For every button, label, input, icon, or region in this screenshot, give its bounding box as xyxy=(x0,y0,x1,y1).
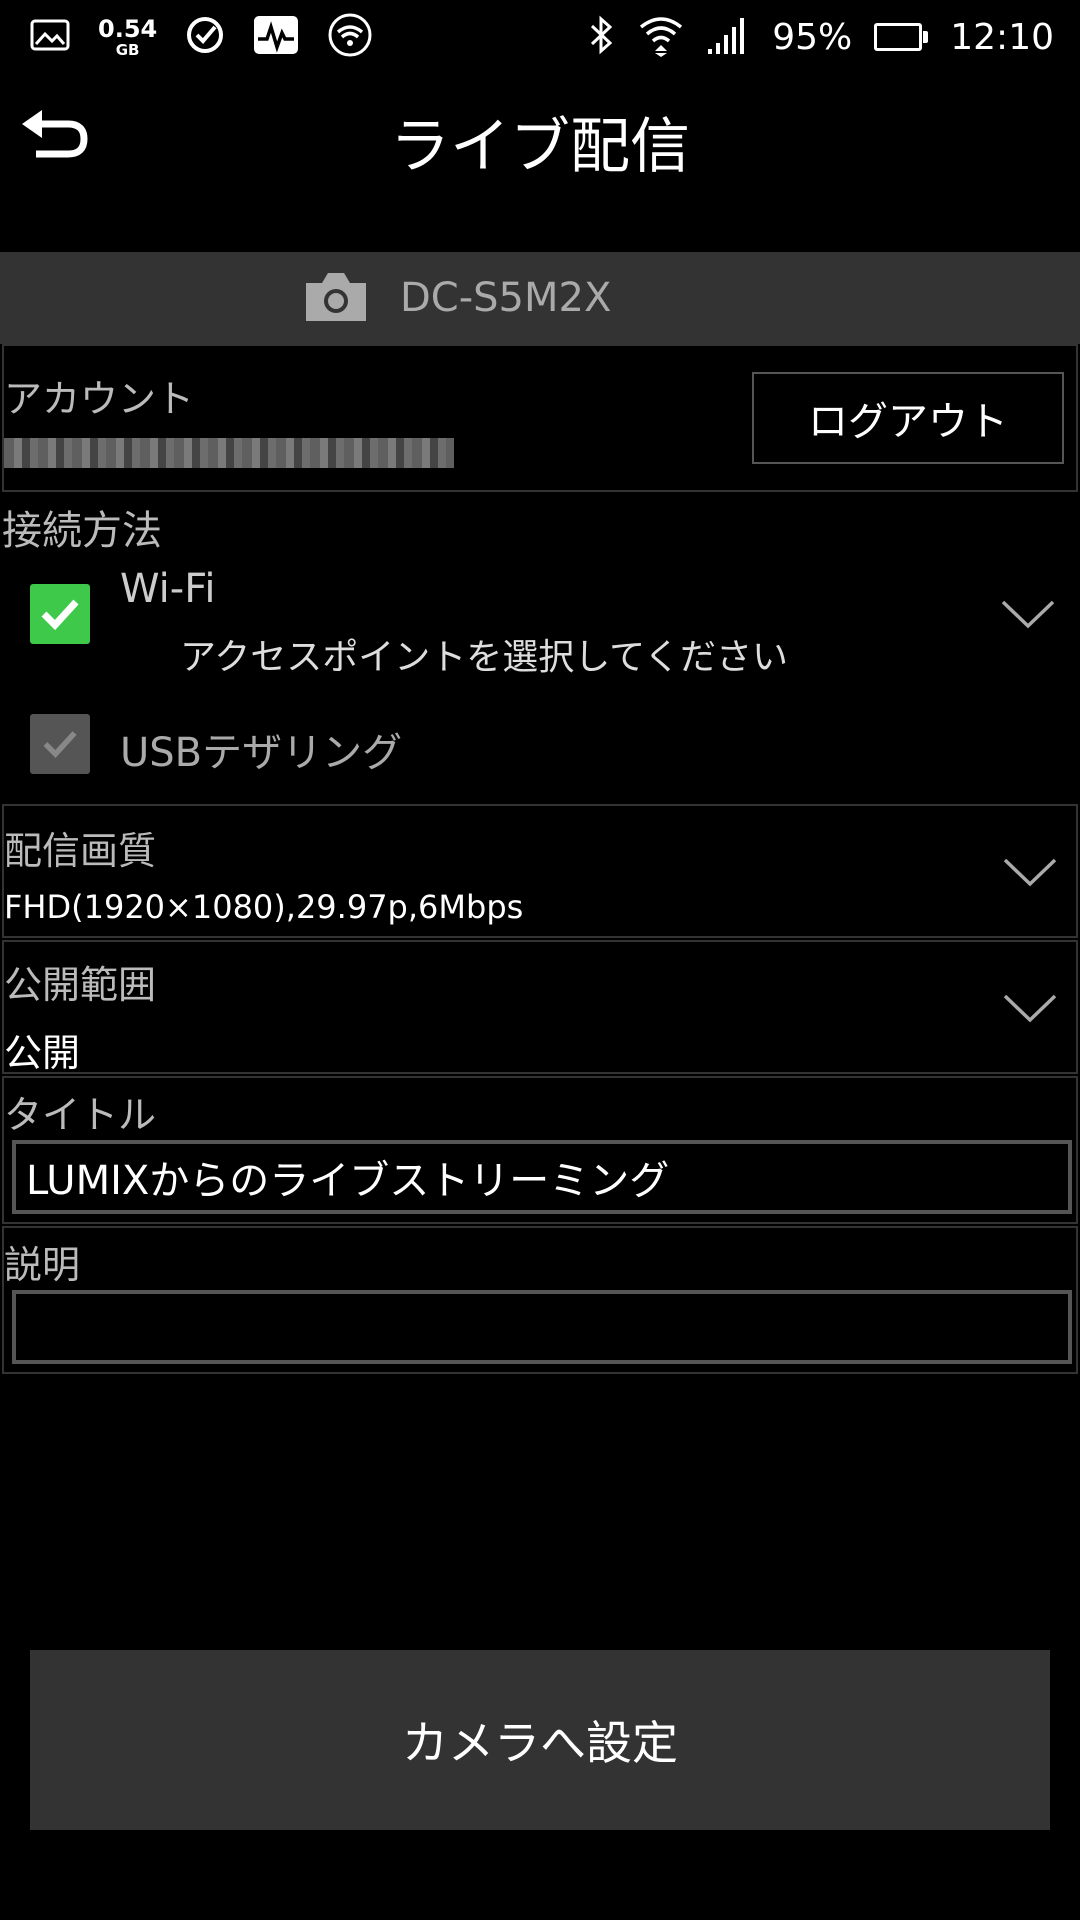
visibility-dropdown-chevron[interactable] xyxy=(1002,992,1058,1028)
data-usage-indicator: 0.54 GB xyxy=(98,17,157,58)
device-name: DC-S5M2X xyxy=(400,275,612,321)
activity-icon xyxy=(253,15,299,59)
description-input[interactable] xyxy=(12,1290,1072,1364)
battery-percent: 95% xyxy=(772,16,853,58)
description-label: 説明 xyxy=(4,1243,81,1287)
quality-dropdown-chevron[interactable] xyxy=(1002,856,1058,892)
account-section: アカウント ログアウト xyxy=(2,344,1078,492)
bluetooth-icon xyxy=(588,15,616,59)
description-section: 説明 xyxy=(2,1226,1078,1374)
clock: 12:10 xyxy=(950,16,1054,58)
access-point-selector[interactable]: アクセスポイントを選択してください xyxy=(180,628,788,680)
wifi-label: Wi-Fi xyxy=(120,566,216,612)
checkmark-icon xyxy=(41,599,79,631)
wifi-checkbox[interactable] xyxy=(30,584,90,644)
visibility-label: 公開範囲 xyxy=(4,963,157,1007)
visibility-section[interactable]: 公開範囲 公開 xyxy=(2,940,1078,1075)
wifi-dropdown-chevron[interactable] xyxy=(1000,598,1056,634)
chevron-down-icon xyxy=(1003,858,1057,887)
title-section: タイトル LUMIXからのライブストリーミング xyxy=(2,1076,1078,1224)
check-circle-icon xyxy=(185,15,225,59)
quality-label: 配信画質 xyxy=(4,829,157,873)
title-input[interactable]: LUMIXからのライブストリーミング xyxy=(12,1140,1072,1214)
chevron-down-icon xyxy=(1003,994,1057,1023)
visibility-value: 公開 xyxy=(4,1031,81,1075)
cell-signal-icon xyxy=(706,15,750,59)
app-header: ライブ配信 xyxy=(0,74,1080,194)
wifi-signal-icon xyxy=(638,13,684,61)
quality-section[interactable]: 配信画質 FHD(1920×1080),29.97p,6Mbps xyxy=(2,804,1078,938)
account-email-redacted xyxy=(4,438,454,468)
apply-to-camera-button[interactable]: カメラへ設定 xyxy=(30,1650,1050,1830)
battery-icon xyxy=(874,23,929,51)
logout-button[interactable]: ログアウト xyxy=(752,372,1064,464)
checkmark-icon xyxy=(43,731,77,758)
device-bar: DC-S5M2X xyxy=(0,252,1080,344)
wifi-hotspot-icon xyxy=(327,12,373,62)
connection-method-label: 接続方法 xyxy=(2,508,162,554)
usb-tethering-checkbox[interactable] xyxy=(30,714,90,774)
image-icon xyxy=(30,18,70,56)
usb-tethering-label: USBテザリング xyxy=(120,730,403,776)
title-label: タイトル xyxy=(4,1093,157,1137)
data-usage-value: 0.54 xyxy=(98,14,158,43)
quality-value: FHD(1920×1080),29.97p,6Mbps xyxy=(4,888,524,926)
account-label: アカウント xyxy=(4,377,195,421)
camera-icon xyxy=(302,269,370,327)
chevron-down-icon xyxy=(1001,600,1055,629)
status-bar: 0.54 GB 95% 12:10 xyxy=(0,0,1080,74)
page-title: ライブ配信 xyxy=(390,112,690,182)
data-usage-unit: GB xyxy=(115,40,140,59)
